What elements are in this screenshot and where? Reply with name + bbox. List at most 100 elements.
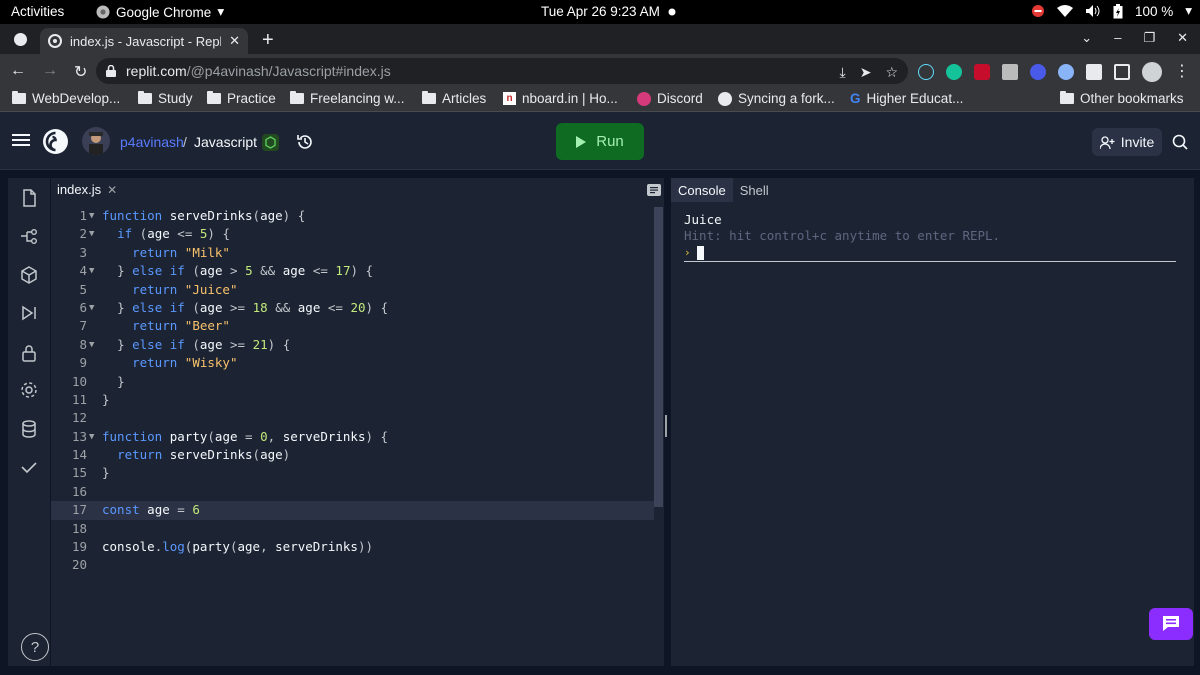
send-icon[interactable]: ➤ <box>860 64 872 81</box>
bookmark-link[interactable]: Discord <box>637 91 703 106</box>
code-area[interactable]: 1 ▼ function serveDrinks(age) {2 ▼ if (age … <box>51 207 654 666</box>
install-app-icon[interactable]: ⤓ <box>840 64 846 81</box>
extension-icon[interactable] <box>1002 64 1018 80</box>
history-icon[interactable] <box>296 133 314 151</box>
bookmark-folder[interactable]: Study <box>138 91 193 106</box>
code-line[interactable]: 10 } <box>51 373 654 391</box>
packages-icon[interactable] <box>19 265 39 285</box>
back-icon[interactable]: ← <box>10 62 26 82</box>
console-output-line: Juice <box>684 212 722 227</box>
unit-tests-check-icon[interactable] <box>19 457 39 477</box>
editor-scrollbar[interactable] <box>654 207 663 507</box>
bookmark-folder[interactable]: Freelancing w... <box>290 91 405 106</box>
menu-dots-icon[interactable]: ⋮ <box>1174 64 1190 80</box>
code-line[interactable]: 11} <box>51 391 654 409</box>
side-panel-icon[interactable] <box>1114 64 1130 80</box>
code-line[interactable]: 20 <box>51 556 654 574</box>
code-line[interactable]: 17 const age = 6 <box>51 501 654 520</box>
code-line[interactable]: 6 ▼ } else if (age >= 18 && age <= 20) { <box>51 299 654 317</box>
restore-icon[interactable]: ❐ <box>1143 30 1155 46</box>
bookmarks-bar: WebDevelop... Study Practice Freelancing… <box>0 88 1200 112</box>
files-icon[interactable] <box>19 188 39 208</box>
bookmark-link[interactable]: G Higher Educat... <box>850 91 963 106</box>
tab-shell[interactable]: Shell <box>733 178 776 202</box>
folder-icon <box>290 91 304 104</box>
code-line[interactable]: 3 return "Milk" <box>51 244 654 262</box>
pane-resize-handle[interactable] <box>665 415 667 437</box>
bookmark-star-icon[interactable]: ☆ <box>885 64 898 81</box>
tab-search-icon[interactable]: ⌄ <box>1081 30 1092 46</box>
code-line[interactable]: 8 ▼ } else if (age >= 21) { <box>51 336 654 354</box>
fold-arrow-icon[interactable]: ▼ <box>89 336 94 354</box>
code-line[interactable]: 16 <box>51 483 654 501</box>
close-tab-icon[interactable]: ✕ <box>229 33 240 49</box>
code-line[interactable]: 19 console.log(party(age, serveDrinks)) <box>51 538 654 556</box>
code-line[interactable]: 4 ▼ } else if (age > 5 && age <= 17) { <box>51 262 654 280</box>
chrome-profile-icon[interactable] <box>14 33 27 46</box>
extensions-puzzle-icon[interactable] <box>1086 64 1102 80</box>
adblock-plus-icon[interactable] <box>974 64 990 80</box>
code-line[interactable]: 18 <box>51 520 654 538</box>
close-window-icon[interactable]: ✕ <box>1177 30 1188 46</box>
reload-icon[interactable]: ↻ <box>74 62 87 82</box>
code-line[interactable]: 9 return "Wisky" <box>51 354 654 372</box>
bookmark-link[interactable]: Syncing a fork... <box>718 91 835 106</box>
react-devtools-icon[interactable] <box>918 64 934 80</box>
code-line[interactable]: 7 return "Beer" <box>51 317 654 335</box>
grammarly-icon[interactable] <box>946 64 962 80</box>
secrets-lock-icon[interactable] <box>19 343 39 363</box>
bookmark-folder[interactable]: WebDevelop... <box>12 91 120 106</box>
browser-tab-active[interactable]: index.js - Javascript - Repl ✕ <box>40 28 248 54</box>
console-output[interactable]: Juice Hint: hit control+c anytime to ent… <box>684 212 1176 262</box>
activities-button[interactable]: Activities <box>11 4 64 19</box>
editor-menu-icon[interactable] <box>647 184 661 196</box>
invite-button[interactable]: Invite <box>1092 128 1162 156</box>
user-avatar[interactable] <box>82 127 110 155</box>
hamburger-menu-icon[interactable] <box>12 133 30 147</box>
code-line[interactable]: 1 ▼ function serveDrinks(age) { <box>51 207 654 225</box>
nodejs-icon[interactable] <box>262 134 279 151</box>
help-button[interactable]: ? <box>21 633 49 661</box>
fold-arrow-icon[interactable]: ▼ <box>89 299 94 317</box>
code-line[interactable]: 2 ▼ if (age <= 5) { <box>51 225 654 243</box>
address-bar[interactable]: replit.com/@p4avinash/Javascript#index.j… <box>96 58 908 84</box>
other-bookmarks[interactable]: Other bookmarks <box>1060 91 1184 106</box>
repl-name[interactable]: Javascript <box>194 134 257 150</box>
app-menu[interactable]: Google Chrome ▾ <box>96 4 224 20</box>
username-link[interactable]: p4avinash <box>120 134 184 150</box>
profile-avatar-icon[interactable] <box>1142 62 1162 82</box>
code-line[interactable]: 13 ▼ function party(age = 0, serveDrinks) … <box>51 428 654 446</box>
clock[interactable]: Tue Apr 26 9:23 AM <box>541 4 676 19</box>
extension-blue-icon[interactable] <box>1058 64 1074 80</box>
settings-gear-icon[interactable] <box>19 380 39 400</box>
fold-arrow-icon[interactable]: ▼ <box>89 428 94 446</box>
debugger-icon[interactable] <box>19 303 39 323</box>
run-button[interactable]: Run <box>556 123 644 160</box>
lock-icon[interactable] <box>106 65 116 77</box>
version-control-icon[interactable] <box>19 226 39 246</box>
tab-console[interactable]: Console <box>671 178 733 202</box>
line-number: 2 <box>79 226 87 242</box>
new-tab-button[interactable]: + <box>262 29 274 52</box>
minimize-icon[interactable]: – <box>1114 30 1121 46</box>
bookmark-link[interactable]: n nboard.in | Ho... <box>503 91 618 106</box>
code-line[interactable]: 14 return serveDrinks(age) <box>51 446 654 464</box>
code-line[interactable]: 12 <box>51 409 654 427</box>
console-input[interactable]: › <box>684 244 1176 262</box>
database-icon[interactable] <box>19 419 39 439</box>
code-line[interactable]: 15} <box>51 464 654 482</box>
bookmark-folder[interactable]: Practice <box>207 91 276 106</box>
code-line[interactable]: 5 return "Juice" <box>51 281 654 299</box>
chat-button[interactable] <box>1149 608 1193 640</box>
fold-arrow-icon[interactable]: ▼ <box>89 262 94 280</box>
system-tray[interactable]: 100 % ▾ <box>1031 3 1192 19</box>
forward-icon[interactable]: → <box>42 62 58 82</box>
fold-arrow-icon[interactable]: ▼ <box>89 225 94 243</box>
bookmark-folder[interactable]: Articles <box>422 91 486 106</box>
fold-arrow-icon[interactable]: ▼ <box>89 207 94 225</box>
editor-tab-index-js[interactable]: index.js ✕ <box>57 182 117 197</box>
search-icon[interactable] <box>1172 134 1188 150</box>
replit-logo-icon[interactable] <box>42 128 69 155</box>
close-icon[interactable]: ✕ <box>107 183 117 197</box>
vpn-icon[interactable] <box>1030 64 1046 80</box>
